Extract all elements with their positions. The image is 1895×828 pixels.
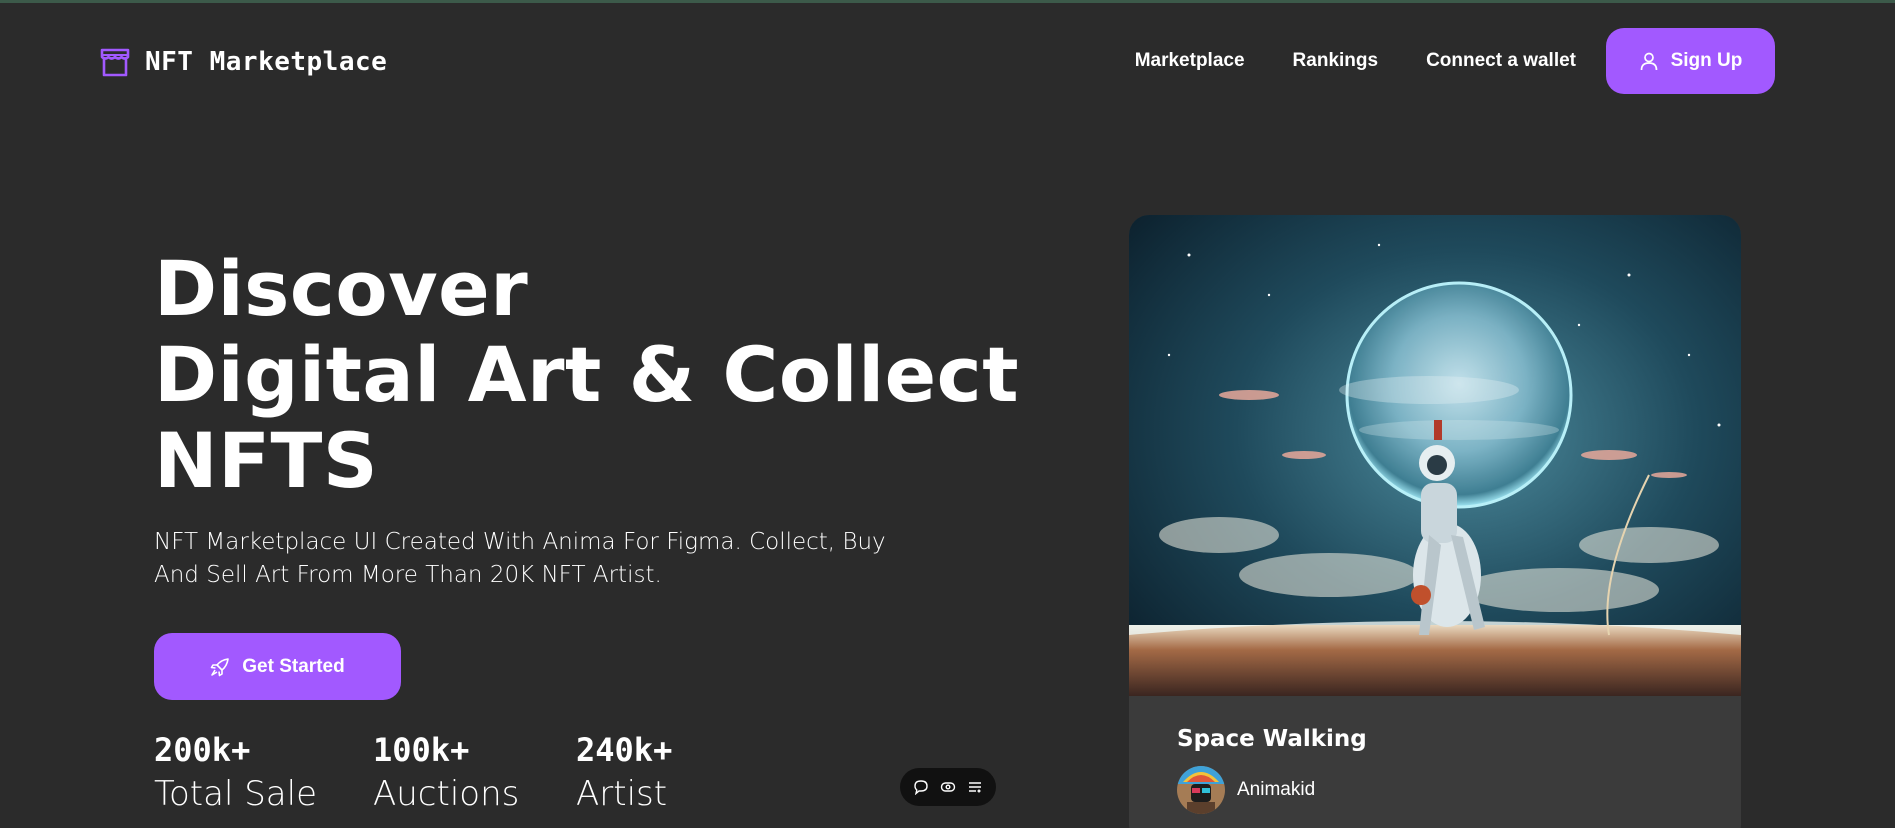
storefront-icon bbox=[99, 46, 131, 78]
get-started-button[interactable]: Get Started bbox=[154, 633, 401, 700]
rocket-icon bbox=[210, 657, 230, 677]
stat-value: 100k+ bbox=[373, 731, 470, 769]
stat-total-sale: 200k+ Total Sale bbox=[154, 728, 317, 816]
sign-up-label: Sign Up bbox=[1670, 50, 1743, 71]
sign-up-button[interactable]: Sign Up bbox=[1606, 28, 1775, 94]
eye-icon[interactable] bbox=[940, 779, 956, 795]
card-info: Space Walking Animakid bbox=[1129, 696, 1741, 814]
hero-title-line: Discover bbox=[154, 244, 529, 333]
stat-label: Auctions bbox=[373, 774, 520, 814]
stat-artist: 240k+ Artist bbox=[576, 728, 672, 816]
artist-info[interactable]: Animakid bbox=[1177, 766, 1693, 814]
logo[interactable]: NFT Marketplace bbox=[99, 46, 387, 78]
nav-marketplace[interactable]: Marketplace bbox=[1135, 50, 1245, 72]
list-icon[interactable] bbox=[967, 779, 983, 795]
hero-title-line: NFTS bbox=[154, 416, 379, 505]
logo-text: NFT Marketplace bbox=[145, 47, 388, 77]
floating-toolbar bbox=[900, 768, 996, 806]
stat-label: Artist bbox=[576, 774, 668, 814]
stats: 200k+ Total Sale 100k+ Auctions 240k+ Ar… bbox=[154, 728, 754, 828]
artist-avatar bbox=[1177, 766, 1225, 814]
artist-name: Animakid bbox=[1237, 779, 1316, 800]
get-started-label: Get Started bbox=[242, 655, 345, 677]
window-top-border bbox=[0, 0, 1895, 3]
user-icon bbox=[1639, 51, 1659, 71]
hero-subtitle: NFT Marketplace UI Created With Anima Fo… bbox=[154, 529, 886, 588]
comment-icon[interactable] bbox=[913, 779, 929, 795]
stat-auctions: 100k+ Auctions bbox=[373, 728, 519, 816]
nav-rankings[interactable]: Rankings bbox=[1293, 50, 1379, 72]
featured-nft-card[interactable]: Space Walking Animakid bbox=[1129, 215, 1741, 828]
main-nav: Marketplace Rankings Connect a wallet Si… bbox=[1135, 28, 1775, 94]
stat-label: Total Sale bbox=[154, 774, 317, 814]
hero-title: Discover Digital Art & Collect NFTS bbox=[154, 246, 1019, 504]
nav-connect-wallet[interactable]: Connect a wallet bbox=[1426, 50, 1576, 72]
nft-artwork-image[interactable] bbox=[1129, 215, 1741, 696]
nft-title: Space Walking bbox=[1177, 726, 1367, 752]
hero-title-line: Digital Art & Collect bbox=[154, 330, 1020, 419]
stat-value: 240k+ bbox=[576, 731, 673, 769]
stat-value: 200k+ bbox=[154, 731, 251, 769]
